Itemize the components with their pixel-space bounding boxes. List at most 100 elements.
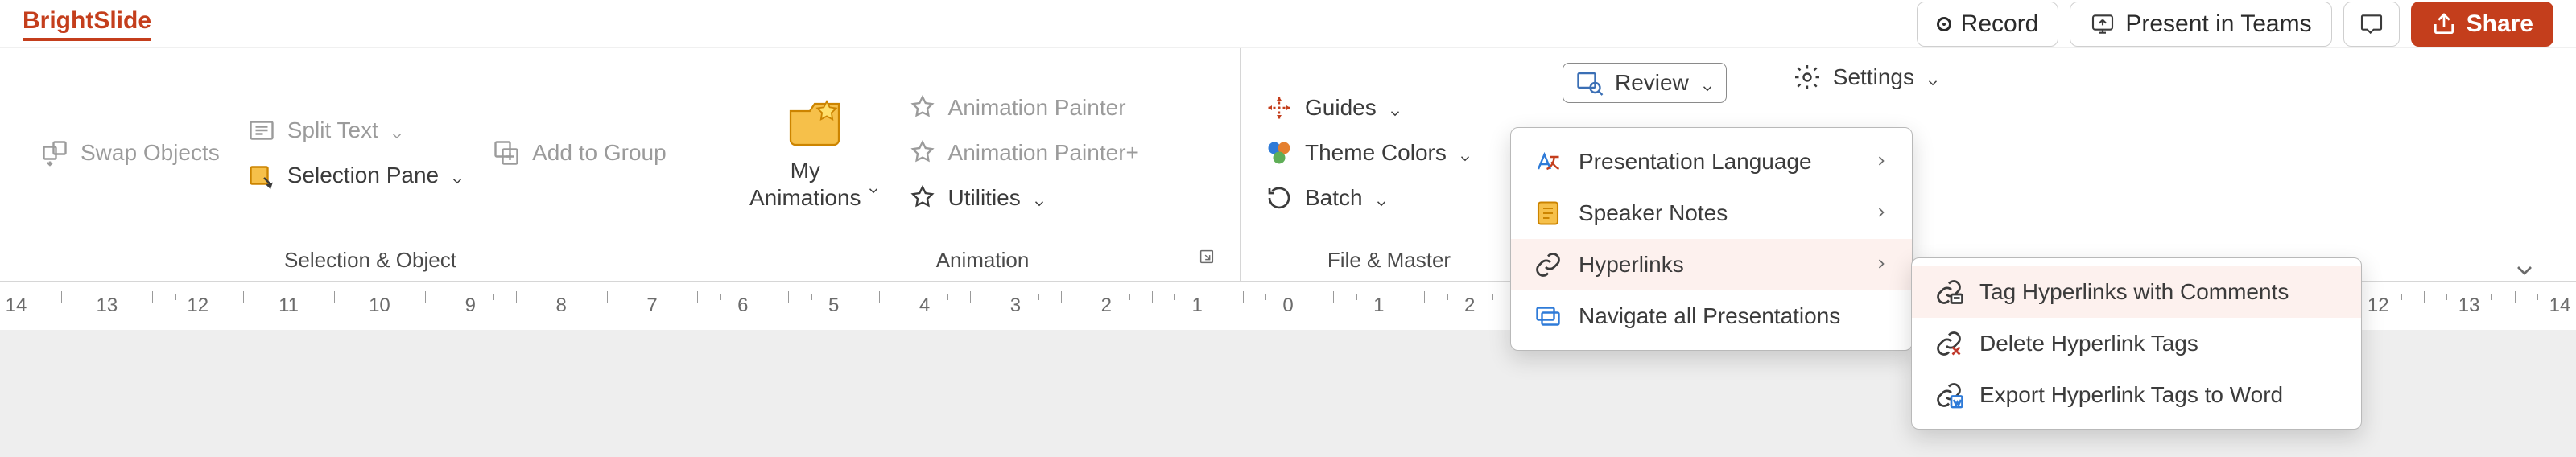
present-in-teams-button[interactable]: Present in Teams bbox=[2070, 2, 2331, 47]
ruler-number: 6 bbox=[737, 294, 748, 317]
split-text-icon bbox=[247, 116, 276, 145]
chevron-right-icon bbox=[1873, 200, 1889, 226]
comments-button[interactable] bbox=[2343, 2, 2400, 47]
swap-icon bbox=[40, 138, 69, 167]
ruler-number: 2 bbox=[1464, 294, 1475, 317]
theme-colors-icon bbox=[1265, 138, 1294, 167]
animation-painter-label: Animation Painter bbox=[948, 95, 1126, 121]
selection-pane-button[interactable]: Selection Pane bbox=[247, 161, 464, 190]
chevron-right-icon bbox=[1873, 149, 1889, 175]
swap-objects-label: Swap Objects bbox=[80, 140, 220, 166]
menu-lang-label: Presentation Language bbox=[1579, 149, 1812, 175]
link-icon bbox=[1534, 250, 1563, 279]
chevron-right-icon bbox=[1873, 252, 1889, 278]
star-plus-icon bbox=[908, 138, 937, 167]
menu-delete-tags[interactable]: Delete Hyperlink Tags bbox=[1912, 318, 2361, 369]
add-to-group-label: Add to Group bbox=[532, 140, 667, 166]
ruler-number: 9 bbox=[465, 294, 476, 317]
chevron-down-icon bbox=[1700, 76, 1715, 90]
theme-colors-button[interactable]: Theme Colors bbox=[1265, 138, 1472, 167]
share-button[interactable]: Share bbox=[2411, 2, 2553, 47]
ruler-number: 4 bbox=[919, 294, 930, 317]
hyperlinks-submenu: Tag Hyperlinks with Comments Delete Hype… bbox=[1911, 257, 2362, 430]
split-text-label: Split Text bbox=[287, 117, 378, 143]
ribbon-tab-brightslide[interactable]: BrightSlide bbox=[23, 7, 151, 41]
ruler-number: 12 bbox=[187, 294, 208, 317]
ruler-number: 13 bbox=[96, 294, 118, 317]
star-icon bbox=[908, 93, 937, 122]
my-animations-label: My Animations bbox=[749, 157, 861, 211]
folder-star-icon bbox=[786, 94, 844, 152]
ruler-number: 13 bbox=[2458, 294, 2480, 317]
guides-button[interactable]: Guides bbox=[1265, 93, 1472, 122]
animation-painter-button[interactable]: Animation Painter bbox=[908, 93, 1139, 122]
swap-objects-button[interactable]: Swap Objects bbox=[40, 138, 220, 167]
menu-presentation-language[interactable]: Presentation Language bbox=[1511, 136, 1912, 187]
review-label: Review bbox=[1615, 70, 1689, 96]
dialog-launcher-icon[interactable] bbox=[1198, 246, 1216, 271]
collapse-ribbon-button[interactable] bbox=[2512, 257, 2537, 287]
chevron-down-icon bbox=[1032, 191, 1046, 205]
batch-label: Batch bbox=[1305, 185, 1363, 211]
present-label: Present in Teams bbox=[2125, 10, 2311, 38]
ruler-number: 3 bbox=[1010, 294, 1021, 317]
menu-navall-label: Navigate all Presentations bbox=[1579, 303, 1840, 329]
guides-icon bbox=[1265, 93, 1294, 122]
link-export-icon bbox=[1934, 381, 1963, 410]
share-label: Share bbox=[2467, 10, 2533, 38]
ruler-number: 5 bbox=[828, 294, 839, 317]
batch-icon bbox=[1265, 183, 1294, 212]
ruler-number: 11 bbox=[279, 294, 299, 317]
chevron-down-icon bbox=[390, 123, 404, 138]
menu-export-label: Export Hyperlink Tags to Word bbox=[1979, 382, 2283, 408]
settings-dropdown-button[interactable]: Settings bbox=[1793, 63, 1940, 92]
link-delete-icon bbox=[1934, 329, 1963, 358]
review-dropdown-button[interactable]: Review bbox=[1563, 63, 1727, 103]
chevron-down-icon bbox=[1926, 70, 1940, 84]
settings-label: Settings bbox=[1833, 64, 1914, 90]
utilities-label: Utilities bbox=[948, 185, 1021, 211]
menu-navigate-all[interactable]: Navigate all Presentations bbox=[1511, 290, 1912, 342]
menu-tag-hyperlinks[interactable]: Tag Hyperlinks with Comments bbox=[1912, 266, 2361, 318]
record-label: Record bbox=[1961, 10, 2039, 38]
chevron-down-icon bbox=[1458, 146, 1472, 160]
record-button[interactable]: Record bbox=[1917, 2, 2059, 47]
ruler-number: 10 bbox=[369, 294, 390, 317]
comment-icon bbox=[2359, 11, 2384, 37]
notes-icon bbox=[1534, 199, 1563, 228]
menu-notes-label: Speaker Notes bbox=[1579, 200, 1728, 226]
ruler-number: 14 bbox=[6, 294, 27, 317]
ruler-number: 1 bbox=[1373, 294, 1384, 317]
animation-painter-plus-button[interactable]: Animation Painter+ bbox=[908, 138, 1139, 167]
ruler-number: 8 bbox=[555, 294, 566, 317]
star-outline-icon bbox=[908, 183, 937, 212]
menu-hyper-label: Hyperlinks bbox=[1579, 252, 1684, 278]
screen-share-icon bbox=[2090, 11, 2116, 37]
chevron-down-icon bbox=[1374, 191, 1389, 205]
selection-pane-label: Selection Pane bbox=[287, 163, 439, 188]
ruler-number: 14 bbox=[2549, 294, 2571, 317]
split-text-button[interactable]: Split Text bbox=[247, 116, 464, 145]
selection-pane-icon bbox=[247, 161, 276, 190]
link-tag-icon bbox=[1934, 278, 1963, 307]
ruler-number: 7 bbox=[646, 294, 657, 317]
group-label-filemaster: File & Master bbox=[1265, 243, 1513, 273]
chevron-down-icon bbox=[1388, 101, 1402, 115]
guides-label: Guides bbox=[1305, 95, 1377, 121]
menu-tag-label: Tag Hyperlinks with Comments bbox=[1979, 279, 2289, 305]
chevron-down-icon bbox=[866, 177, 881, 191]
review-icon bbox=[1575, 68, 1604, 97]
batch-button[interactable]: Batch bbox=[1265, 183, 1472, 212]
my-animations-button[interactable]: My Animations bbox=[749, 94, 881, 211]
group-label-selection: Selection & Object bbox=[40, 243, 700, 273]
menu-speaker-notes[interactable]: Speaker Notes bbox=[1511, 187, 1912, 239]
language-icon bbox=[1534, 147, 1563, 176]
share-icon bbox=[2431, 11, 2457, 37]
add-to-group-button[interactable]: Add to Group bbox=[492, 138, 667, 167]
utilities-button[interactable]: Utilities bbox=[908, 183, 1139, 212]
menu-hyperlinks[interactable]: Hyperlinks bbox=[1511, 239, 1912, 290]
menu-export-tags[interactable]: Export Hyperlink Tags to Word bbox=[1912, 369, 2361, 421]
ruler-number: 0 bbox=[1282, 294, 1293, 317]
ruler-number: 2 bbox=[1101, 294, 1112, 317]
ruler-number: 12 bbox=[2368, 294, 2389, 317]
